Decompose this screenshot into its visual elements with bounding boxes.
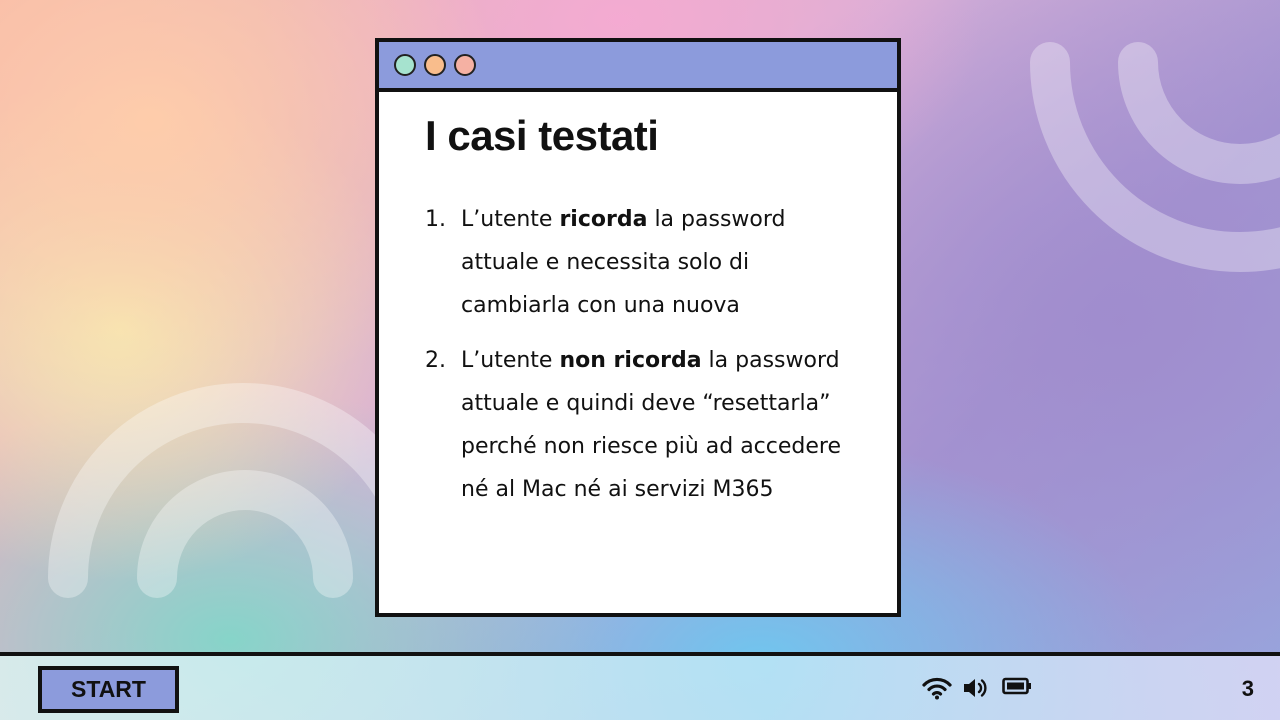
decorative-arc-inner-bottom-left bbox=[137, 470, 353, 598]
slide-window: I casi testati 1. L’utente ricorda la pa… bbox=[375, 38, 901, 617]
list-number: 1. bbox=[425, 207, 446, 232]
window-dot-green[interactable] bbox=[394, 54, 416, 76]
list-text-bold: ricorda bbox=[559, 207, 648, 232]
start-button[interactable]: START bbox=[38, 666, 179, 713]
list-text-bold: non ricorda bbox=[559, 348, 702, 373]
taskbar: START 3 bbox=[0, 652, 1280, 720]
slide-title: I casi testati bbox=[425, 112, 659, 159]
list-text-before: L’utente bbox=[461, 207, 560, 232]
page-number: 3 bbox=[1241, 676, 1254, 701]
list-item: 2. L’utente non ricorda la password attu… bbox=[425, 339, 867, 511]
list-item: 1. L’utente ricorda la password attuale … bbox=[425, 198, 867, 327]
window-dot-pink[interactable] bbox=[454, 54, 476, 76]
decorative-arc-inner-top-right bbox=[1118, 42, 1280, 184]
list-text: L’utente ricorda la password attuale e n… bbox=[461, 198, 861, 327]
volume-icon[interactable] bbox=[962, 676, 990, 700]
list-number: 2. bbox=[425, 348, 446, 373]
wifi-icon[interactable] bbox=[922, 676, 952, 700]
list-text: L’utente non ricorda la password attuale… bbox=[461, 339, 867, 511]
window-content: I casi testati 1. L’utente ricorda la pa… bbox=[379, 92, 897, 511]
list-text-before: L’utente bbox=[461, 348, 560, 373]
window-dot-orange[interactable] bbox=[424, 54, 446, 76]
decorative-arc-outer-bottom-left bbox=[48, 383, 438, 598]
battery-icon[interactable] bbox=[1002, 676, 1032, 696]
test-case-list: 1. L’utente ricorda la password attuale … bbox=[425, 198, 867, 511]
decorative-arc-outer-top-right bbox=[1030, 42, 1280, 272]
window-titlebar bbox=[379, 42, 897, 92]
